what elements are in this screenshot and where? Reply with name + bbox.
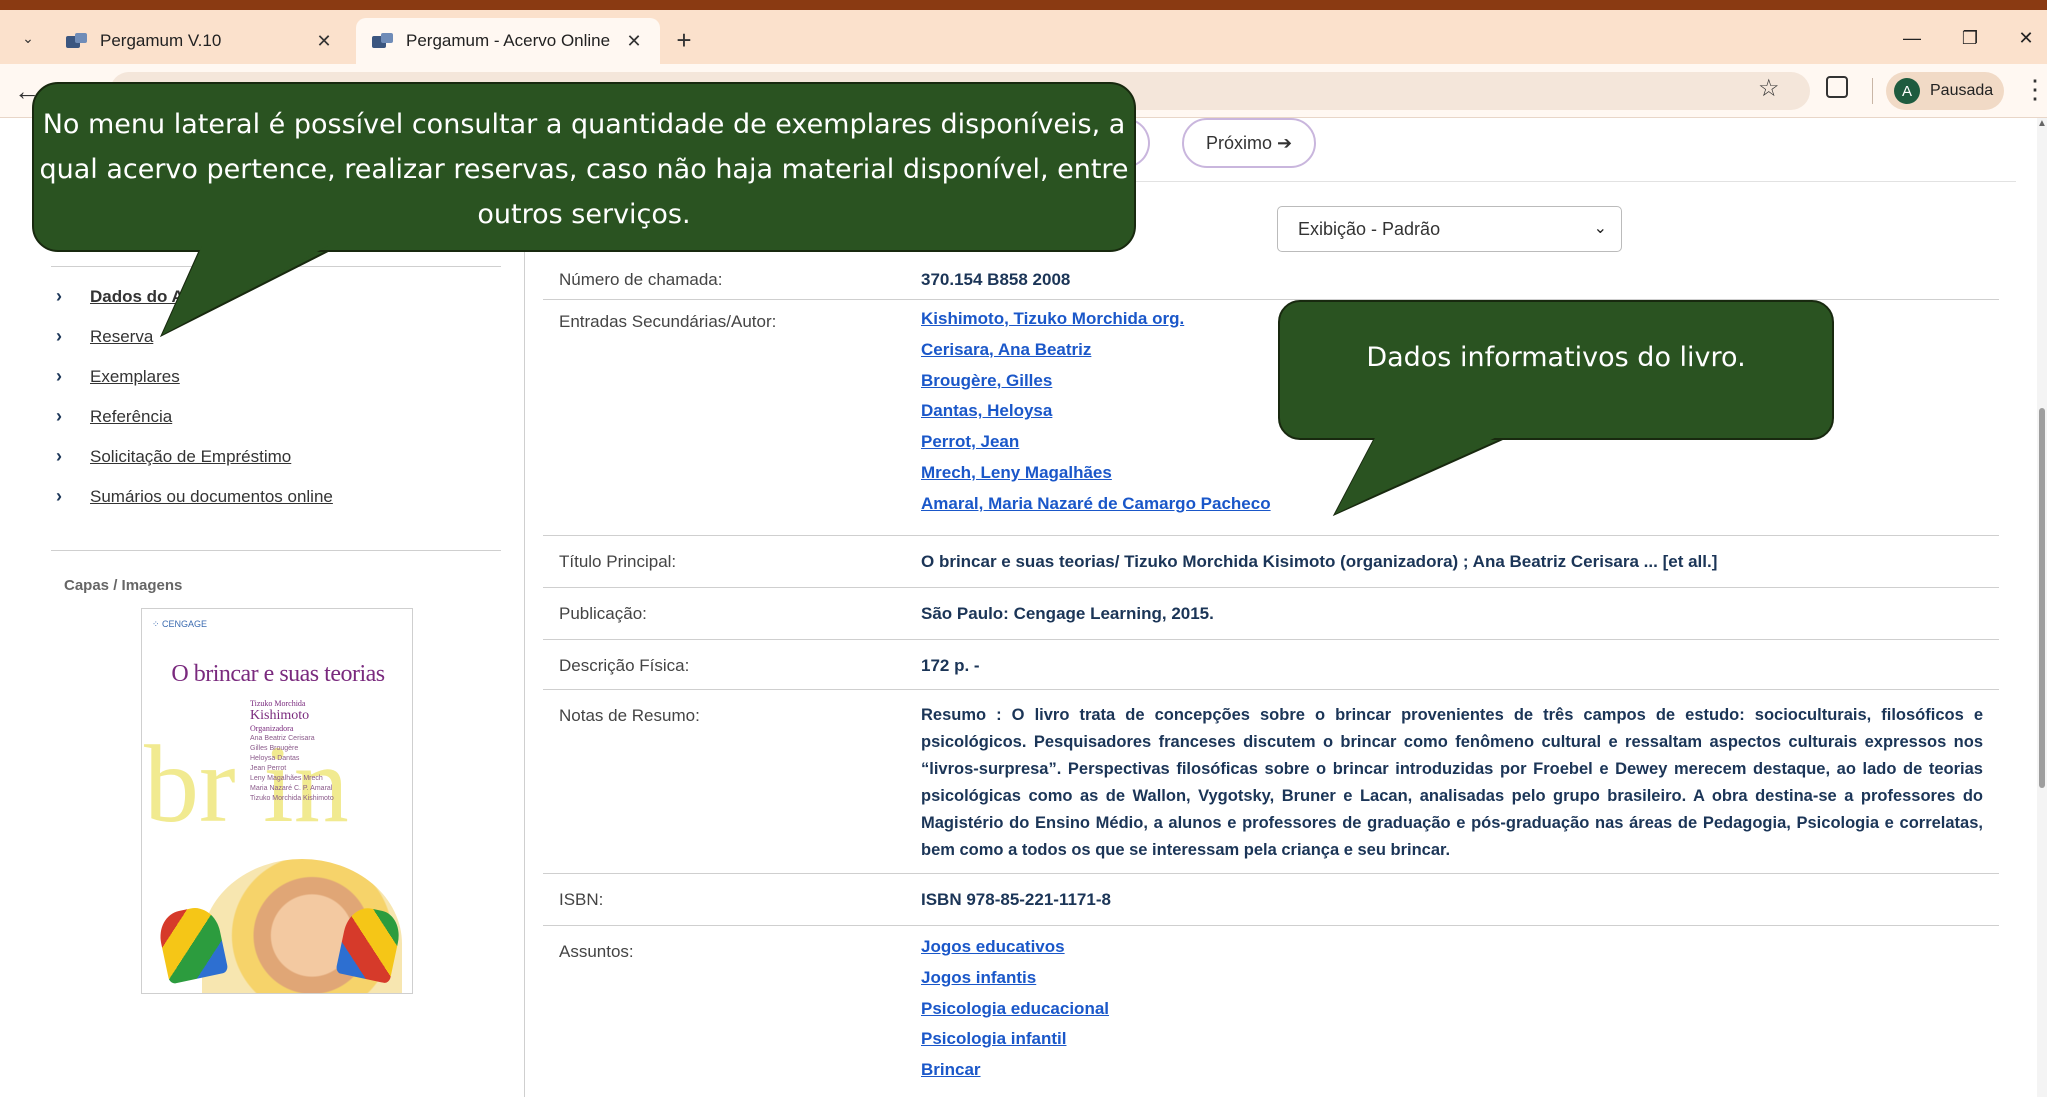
callout-pointer-fill	[162, 246, 328, 335]
callout-pointer-joins	[162, 246, 1503, 514]
callout-pointer-fill	[1335, 434, 1503, 514]
